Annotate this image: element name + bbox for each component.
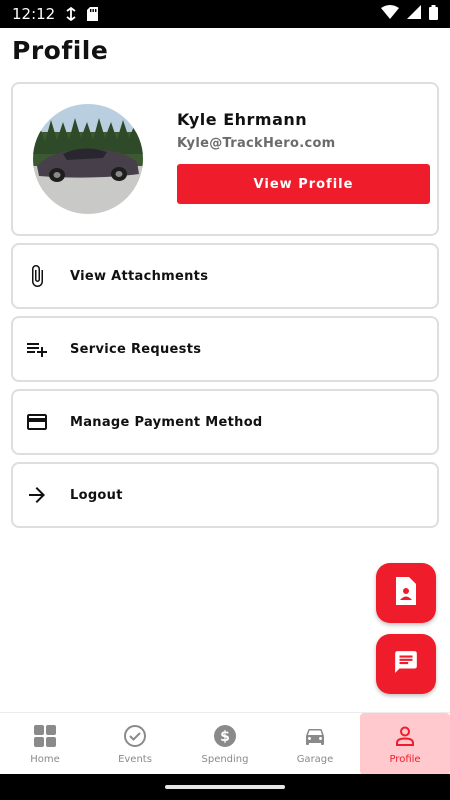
nav-tab-garage[interactable]: Garage bbox=[270, 713, 360, 775]
chat-icon bbox=[393, 649, 419, 679]
nav-tab-spending[interactable]: $ Spending bbox=[180, 713, 270, 775]
playlist-add-icon bbox=[25, 337, 49, 361]
svg-text:$: $ bbox=[220, 729, 230, 745]
home-gesture-bar[interactable] bbox=[165, 785, 285, 789]
contact-document-button[interactable] bbox=[376, 563, 436, 623]
status-bar: 12:12 bbox=[0, 0, 450, 28]
system-nav-bar bbox=[0, 774, 450, 800]
bottom-nav: Home Events $ Spending Garage Profile bbox=[0, 712, 450, 775]
nav-tab-label: Spending bbox=[201, 753, 249, 765]
status-time: 12:12 bbox=[12, 5, 56, 23]
view-profile-button[interactable]: View Profile bbox=[177, 164, 430, 204]
menu-item-manage-payment-method[interactable]: Manage Payment Method bbox=[11, 389, 439, 455]
contact-document-icon bbox=[394, 577, 418, 609]
arrow-right-icon bbox=[25, 483, 49, 507]
menu-item-label: Manage Payment Method bbox=[70, 414, 263, 430]
battery-icon bbox=[429, 4, 438, 24]
menu-item-label: Logout bbox=[70, 487, 123, 503]
avatar[interactable] bbox=[33, 104, 143, 214]
nav-tab-events[interactable]: Events bbox=[90, 713, 180, 775]
dollar-circle-icon: $ bbox=[213, 724, 237, 748]
wifi-icon bbox=[381, 5, 399, 23]
signal-icon bbox=[407, 5, 421, 23]
nav-tab-home[interactable]: Home bbox=[0, 713, 90, 775]
menu-item-view-attachments[interactable]: View Attachments bbox=[11, 243, 439, 309]
nav-tab-label: Profile bbox=[389, 753, 421, 765]
profile-card: Kyle Ehrmann Kyle@TrackHero.com View Pro… bbox=[11, 82, 439, 236]
user-email: Kyle@TrackHero.com bbox=[177, 136, 336, 151]
paperclip-icon bbox=[25, 264, 49, 288]
chat-button[interactable] bbox=[376, 634, 436, 694]
nav-tab-label: Events bbox=[118, 753, 152, 765]
menu-item-logout[interactable]: Logout bbox=[11, 462, 439, 528]
menu-item-service-requests[interactable]: Service Requests bbox=[11, 316, 439, 382]
user-name: Kyle Ehrmann bbox=[177, 110, 308, 129]
check-circle-icon bbox=[123, 724, 147, 748]
nav-tab-label: Home bbox=[30, 753, 60, 765]
credit-card-icon bbox=[25, 410, 49, 434]
grid-icon bbox=[33, 724, 57, 748]
page-title: Profile bbox=[12, 36, 109, 65]
menu-item-label: Service Requests bbox=[70, 341, 202, 357]
menu-item-label: View Attachments bbox=[70, 268, 209, 284]
person-icon bbox=[393, 724, 417, 748]
nav-tab-profile[interactable]: Profile bbox=[360, 713, 450, 775]
nav-tab-label: Garage bbox=[296, 753, 334, 765]
data-saver-icon bbox=[65, 7, 77, 21]
car-icon bbox=[303, 724, 327, 748]
sd-card-icon bbox=[87, 7, 99, 21]
